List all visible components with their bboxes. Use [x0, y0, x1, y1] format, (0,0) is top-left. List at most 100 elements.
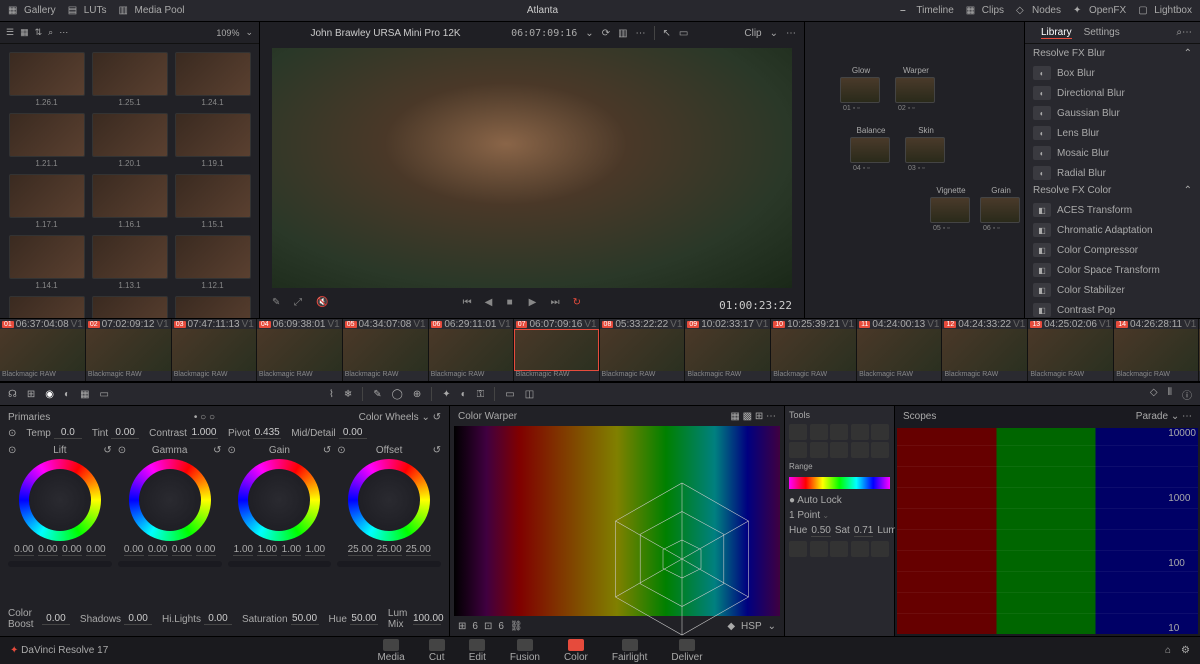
warper-res-a-icon[interactable]: ⊞: [458, 621, 466, 632]
fx-item[interactable]: ◐Directional Blur: [1025, 83, 1200, 103]
viewer-canvas[interactable]: [272, 48, 792, 288]
fx-item[interactable]: ◐Radial Blur: [1025, 163, 1200, 181]
wheel-master-slider[interactable]: [8, 561, 112, 567]
wheel-value[interactable]: 1.00: [257, 544, 277, 556]
goto-last-icon[interactable]: ⏭: [551, 297, 567, 313]
tool-blur-icon[interactable]: ◐: [461, 389, 467, 400]
fx-item[interactable]: ◧Color Space Transform: [1025, 260, 1200, 280]
color-wheel[interactable]: [348, 459, 430, 541]
tool-primaries-icon[interactable]: ◉: [45, 389, 54, 400]
hue-value[interactable]: 50.00: [350, 613, 378, 625]
warper-more-icon[interactable]: ⋯: [766, 411, 776, 422]
timeline-clip[interactable]: 1304:25:02:06V1Blackmagic RAW: [1028, 319, 1114, 381]
settings-gear-icon[interactable]: ⚙: [1181, 645, 1190, 656]
mute-icon[interactable]: 🔇: [316, 297, 332, 313]
fx-item[interactable]: ◧ACES Transform: [1025, 200, 1200, 220]
tool-a[interactable]: [789, 442, 807, 458]
loop-icon[interactable]: ↻: [573, 297, 589, 313]
tool-curve-icon[interactable]: ☊: [8, 389, 17, 400]
wheel-reset-icon[interactable]: ↺: [433, 445, 441, 456]
page-edit[interactable]: Edit: [469, 639, 486, 663]
tool-key-icon[interactable]: ⚿: [477, 389, 485, 400]
contrast-value[interactable]: 1.000: [190, 427, 218, 439]
fx-tab-settings[interactable]: Settings: [1084, 27, 1120, 39]
warper-canvas[interactable]: [454, 426, 780, 616]
tab-openfx[interactable]: ✦OpenFX: [1073, 5, 1126, 17]
saturation-value[interactable]: 50.00: [291, 613, 319, 625]
color-wheel[interactable]: [238, 459, 320, 541]
gallery-thumb[interactable]: 1.16.1: [91, 174, 168, 229]
highlights-value[interactable]: 0.00: [204, 613, 232, 625]
tc-chevron-icon[interactable]: ⌄: [585, 28, 593, 39]
wheel-reset-icon[interactable]: ↺: [213, 445, 221, 456]
nodes-more-icon[interactable]: ⋯: [786, 28, 796, 39]
wheel-reset-icon[interactable]: ↺: [103, 445, 111, 456]
zoom-value[interactable]: 109%: [216, 28, 239, 38]
gallery-thumb[interactable]: 1.9.1: [174, 296, 251, 318]
warper-grid-a-icon[interactable]: ▦: [730, 411, 739, 422]
tool-magic-icon[interactable]: ✦: [442, 389, 450, 400]
fx-section-color[interactable]: Resolve FX Color⌃: [1025, 181, 1200, 200]
gallery-thumb[interactable]: 1.12.1: [174, 235, 251, 290]
fx-item[interactable]: ◐Lens Blur: [1025, 123, 1200, 143]
gallery-thumb[interactable]: 1.25.1: [91, 52, 168, 107]
tab-lightbox[interactable]: ▢Lightbox: [1138, 5, 1192, 17]
tool-select[interactable]: [789, 424, 807, 440]
node-vignette[interactable]: Vignette05 ▫ ▫: [930, 197, 970, 223]
fx-item[interactable]: ◐Box Blur: [1025, 63, 1200, 83]
timeline-clip[interactable]: 0406:09:38:01V1Blackmagic RAW: [257, 319, 343, 381]
tool-custom-icon[interactable]: ⊞: [27, 389, 35, 400]
timeline-clip[interactable]: 0805:33:22:22V1Blackmagic RAW: [600, 319, 686, 381]
tint-value[interactable]: 0.00: [111, 427, 139, 439]
tool-keyframes-icon[interactable]: ◇: [1150, 387, 1158, 402]
tool-scopes-icon[interactable]: ⦀: [1168, 387, 1172, 402]
fx-item[interactable]: ◧Chromatic Adaptation: [1025, 220, 1200, 240]
viewer-more-icon[interactable]: ⋯: [636, 28, 646, 39]
shadows-value[interactable]: 0.00: [124, 613, 152, 625]
wheel-value[interactable]: 25.00: [348, 544, 373, 556]
wheel-value[interactable]: 1.00: [305, 544, 325, 556]
tool-draw[interactable]: [810, 424, 828, 440]
color-wheel[interactable]: [19, 459, 101, 541]
fx-tab-library[interactable]: Library: [1041, 27, 1072, 39]
home-icon[interactable]: ⌂: [1165, 645, 1171, 656]
tool-3d-icon[interactable]: ◫: [525, 389, 534, 400]
wheel-master-slider[interactable]: [337, 561, 441, 567]
node-grain[interactable]: Grain06 ▫ ▫: [980, 197, 1020, 223]
tool-reset[interactable]: [871, 541, 889, 557]
tool-curve2-icon[interactable]: ⌇: [329, 389, 334, 400]
tool-b[interactable]: [810, 442, 828, 458]
tool-pull[interactable]: [871, 424, 889, 440]
tool-d[interactable]: [851, 442, 869, 458]
warper-grid-c-icon[interactable]: ⊞: [755, 411, 763, 422]
bypass-icon[interactable]: ⟳: [602, 28, 610, 39]
tool-c[interactable]: [830, 442, 848, 458]
node-add-icon[interactable]: ▭: [679, 28, 688, 39]
warper-grid-b-icon[interactable]: ▩: [743, 411, 752, 422]
gallery-view-grid-icon[interactable]: ▦: [20, 27, 29, 38]
tool-info-icon[interactable]: ⓘ: [1182, 387, 1192, 402]
picker-icon[interactable]: ⊙: [8, 428, 16, 439]
node-canvas[interactable]: Glow01 ▫ ▫Warper02 ▫ ▫Balance04 ▫ ▫Skin0…: [805, 22, 1024, 296]
tp-sat[interactable]: 0.71: [854, 525, 873, 537]
chevron-down-icon[interactable]: ⌄: [421, 412, 429, 423]
fx-more-icon[interactable]: ⋯: [1182, 27, 1192, 38]
reset-icon[interactable]: ↺: [433, 412, 441, 423]
tab-timeline[interactable]: ⎯Timeline: [900, 5, 953, 17]
gallery-thumb[interactable]: 1.21.1: [8, 113, 85, 168]
tool-qualifier-icon[interactable]: ✎: [373, 389, 381, 400]
chevron-down-icon[interactable]: ⌄: [1171, 411, 1179, 422]
wheel-master-slider[interactable]: [118, 561, 222, 567]
timeline-clip[interactable]: 0910:02:33:17V1Blackmagic RAW: [685, 319, 771, 381]
wheel-picker-icon[interactable]: ⊙: [337, 445, 345, 456]
tool-hdr-icon[interactable]: ◐: [64, 389, 70, 400]
timeline-clip[interactable]: 1104:24:00:13V1Blackmagic RAW: [857, 319, 942, 381]
tool-rgb-icon[interactable]: ▦: [80, 389, 89, 400]
wheel-value[interactable]: 0.00: [196, 544, 216, 556]
gallery-thumb[interactable]: 1.20.1: [91, 113, 168, 168]
tool-warper-icon[interactable]: ❄: [344, 389, 352, 400]
wheel-value[interactable]: 25.00: [377, 544, 402, 556]
timeline-clip[interactable]: 1204:24:33:22V1Blackmagic RAW: [942, 319, 1028, 381]
timeline-clip[interactable]: 0207:02:09:12V1Blackmagic RAW: [86, 319, 172, 381]
scopes-mode[interactable]: Parade: [1136, 411, 1168, 422]
